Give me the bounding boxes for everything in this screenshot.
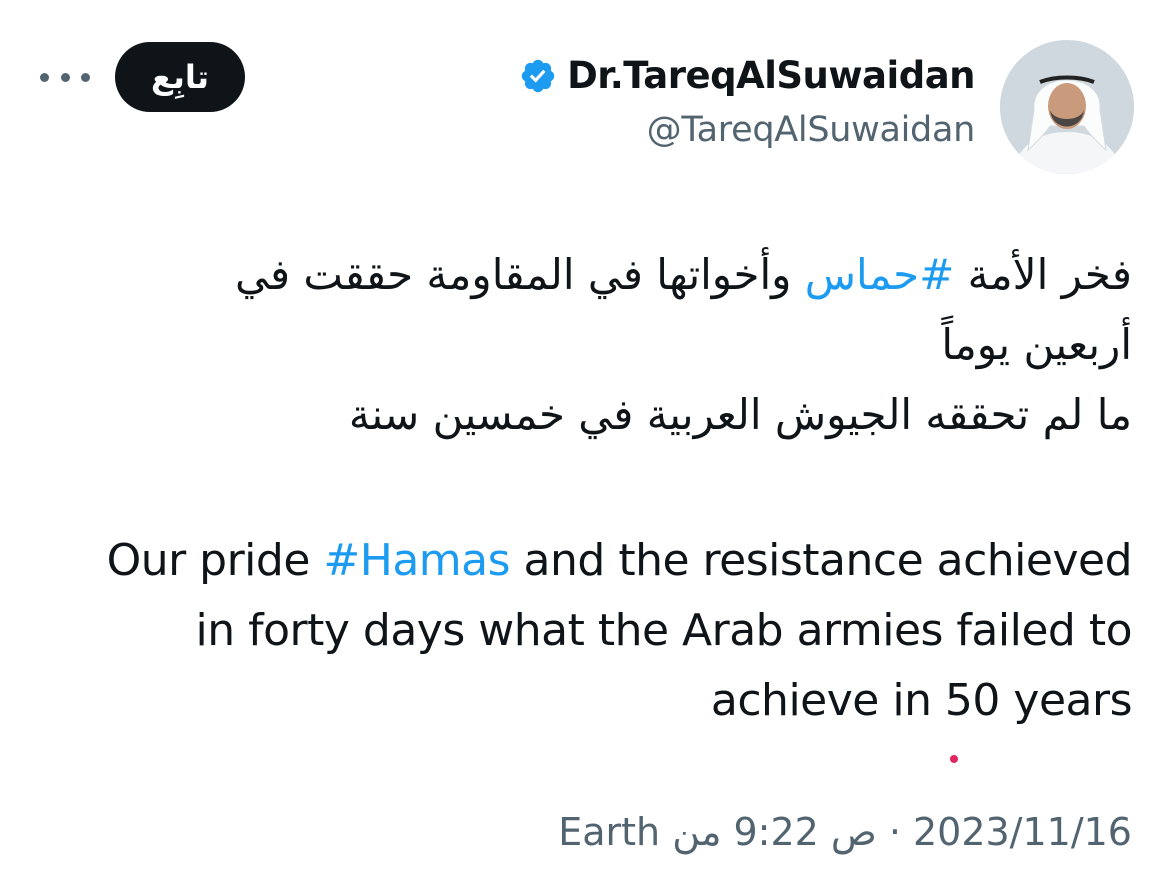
ellipsis-icon[interactable] (40, 62, 90, 92)
author-name-row[interactable]: Dr.TareqAlSuwaidan (519, 54, 975, 97)
tweet-text-line: Our pride #Hamas and the resistance achi… (22, 526, 1133, 596)
hashtag-link[interactable]: #حماس (805, 250, 955, 299)
tweet-card: Dr.TareqAlSuwaidan @TareqAlSuwaidan تابِ… (0, 0, 1170, 892)
timestamp-separator: · (888, 810, 901, 854)
verified-badge-icon (521, 59, 555, 92)
tweet-text-line: أربعين يوماً (941, 320, 1132, 369)
author-display-name[interactable]: Dr.TareqAlSuwaidan (567, 54, 975, 97)
tweet-text-english: Our pride #Hamas and the resistance achi… (22, 526, 1133, 736)
author-handle[interactable]: @TareqAlSuwaidan (647, 110, 976, 150)
hashtag-link[interactable]: #Hamas (323, 535, 510, 586)
tweet-text-arabic: فخر الأمة #حماس وأخواتها في المقاومة حقق… (132, 240, 1132, 450)
avatar[interactable] (1000, 40, 1134, 174)
text-segment: and the resistance achieved (510, 535, 1133, 586)
red-dot-mark (950, 755, 958, 763)
text-segment: Our pride (106, 535, 324, 586)
tweet-text-line: ما لم تحققه الجيوش العربية في خمسين سنة (348, 390, 1132, 439)
tweet-timestamp[interactable]: Earth من ص 9:22 · 2023/11/16 (558, 810, 1132, 854)
tweet-date: 2023/11/16 (912, 810, 1132, 854)
tweet-text-line: in forty days what the Arab armies faile… (195, 605, 1133, 656)
text-segment: فخر الأمة (954, 250, 1132, 299)
tweet-time: ص 9:22 (733, 810, 877, 854)
ellipsis-dot (40, 72, 49, 82)
ellipsis-dot (60, 72, 70, 82)
follow-button[interactable]: تابِع (115, 42, 245, 112)
text-segment: وأخواتها في المقاومة حققت في (234, 250, 805, 299)
tweet-source: Earth من (558, 810, 722, 854)
profile-photo-icon (1000, 40, 1134, 174)
ellipsis-dot (81, 72, 90, 82)
tweet-text-line: achieve in 50 years (710, 675, 1133, 726)
tweet-text-line: فخر الأمة #حماس وأخواتها في المقاومة حقق… (132, 240, 1132, 310)
